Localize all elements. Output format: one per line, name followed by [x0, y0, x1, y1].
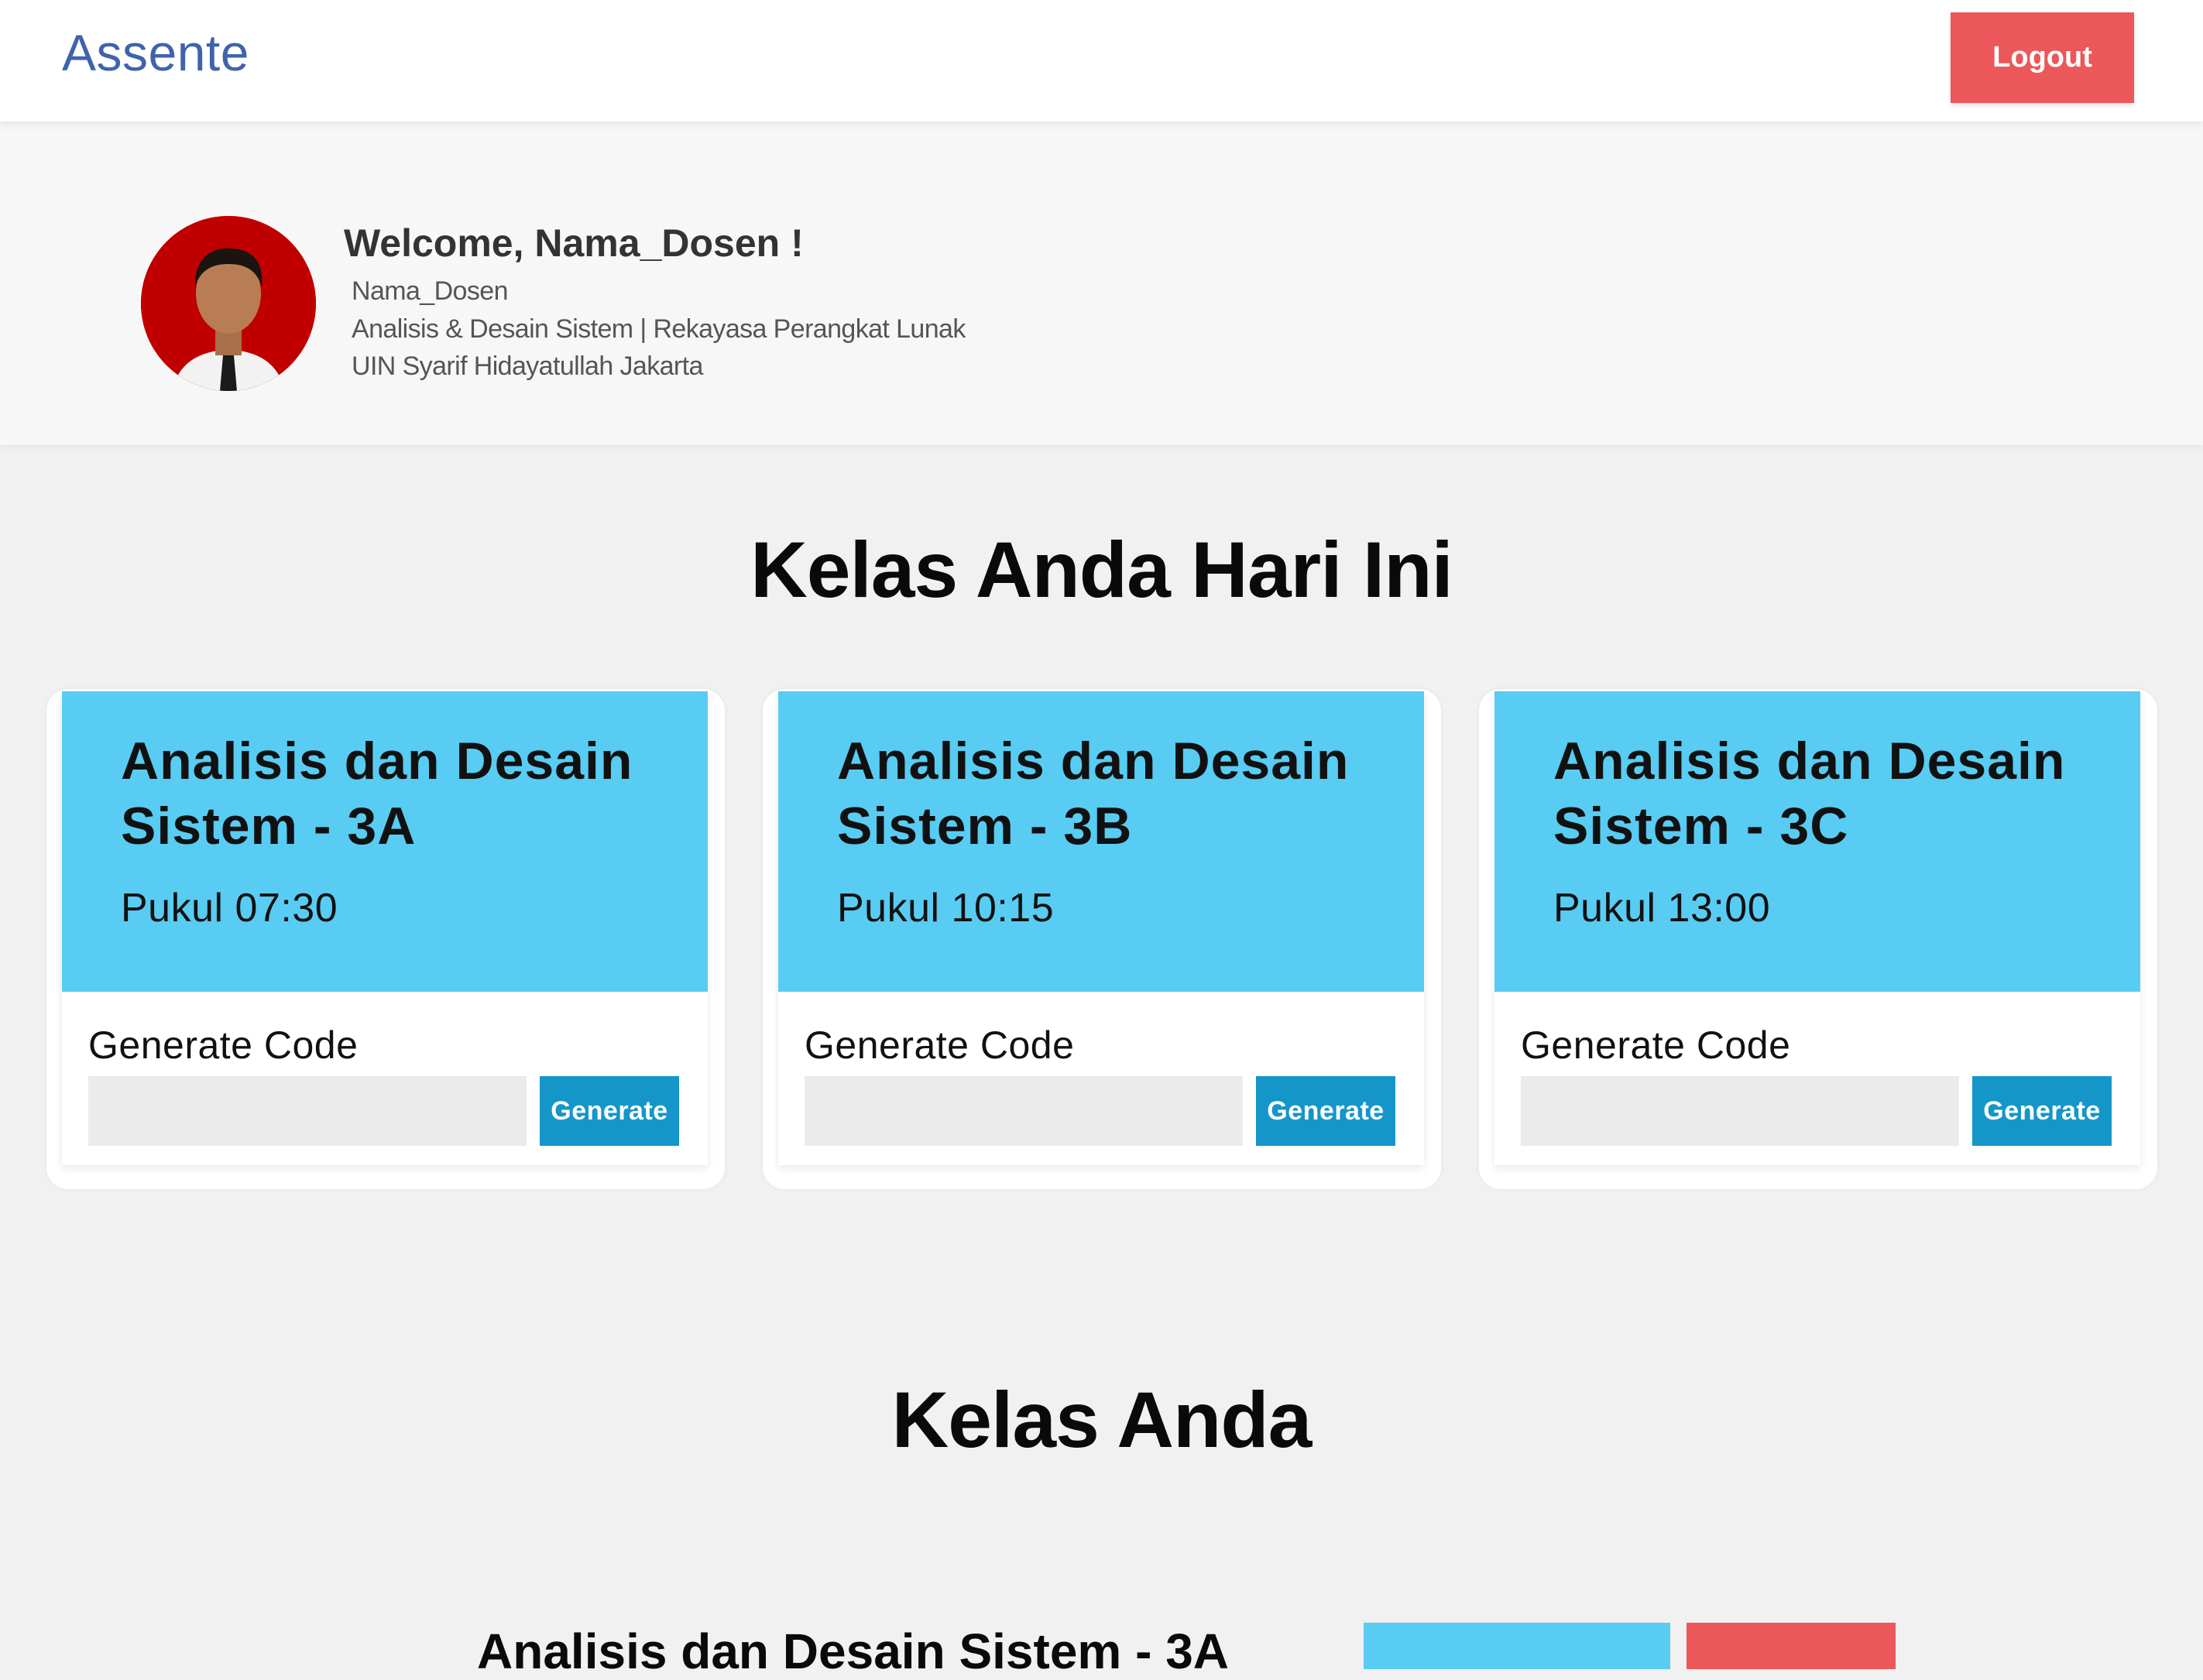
avatar [141, 216, 316, 391]
class-card-time: Pukul 07:30 [121, 886, 338, 931]
generate-code-input[interactable] [88, 1076, 527, 1146]
class-card-time: Pukul 13:00 [1553, 886, 1771, 931]
today-classes-title: Kelas Anda Hari Ini [750, 526, 1453, 614]
class-card-header: Analisis dan Desain Sistem - 3A Pukul 07… [62, 691, 708, 992]
lecturer-name: Nama_Dosen [352, 276, 508, 306]
navbar: Assente Logout [0, 0, 2203, 122]
welcome-heading: Welcome, Nama_Dosen ! [344, 221, 804, 265]
class-list-delete-button[interactable] [1687, 1623, 1896, 1669]
class-card-title: Analisis dan Desain Sistem - 3A [121, 732, 633, 855]
class-card: Analisis dan Desain Sistem - 3C Pukul 13… [1479, 689, 2157, 1189]
avatar-photo [141, 216, 316, 391]
class-list-item-title: Analisis dan Desain Sistem - 3A [477, 1623, 1229, 1679]
class-list-action-button[interactable] [1364, 1623, 1670, 1669]
generate-code-label: Generate Code [1521, 1023, 1791, 1067]
profile-section: Welcome, Nama_Dosen ! Nama_Dosen Analisi… [0, 122, 2203, 445]
all-classes-title: Kelas Anda [891, 1376, 1313, 1464]
lecturer-courses: Analisis & Desain Sistem | Rekayasa Pera… [352, 314, 966, 344]
class-card-title: Analisis dan Desain Sistem - 3C [1553, 732, 2066, 855]
brand-logo[interactable]: Assente [62, 23, 249, 82]
generate-code-input[interactable] [805, 1076, 1243, 1146]
class-card: Analisis dan Desain Sistem - 3A Pukul 07… [46, 689, 725, 1189]
class-card-time: Pukul 10:15 [837, 886, 1055, 931]
class-card: Analisis dan Desain Sistem - 3B Pukul 10… [763, 689, 1441, 1189]
class-card-header: Analisis dan Desain Sistem - 3C Pukul 13… [1494, 691, 2140, 992]
class-card-header: Analisis dan Desain Sistem - 3B Pukul 10… [778, 691, 1424, 992]
generate-code-label: Generate Code [805, 1023, 1075, 1067]
logout-button[interactable]: Logout [1951, 12, 2134, 103]
generate-button[interactable]: Generate [540, 1076, 679, 1146]
generate-button[interactable]: Generate [1972, 1076, 2112, 1146]
class-card-body: Analisis dan Desain Sistem - 3B Pukul 10… [778, 691, 1424, 1165]
lecturer-university: UIN Syarif Hidayatullah Jakarta [352, 351, 703, 381]
class-card-body: Analisis dan Desain Sistem - 3C Pukul 13… [1494, 691, 2140, 1165]
generate-button[interactable]: Generate [1256, 1076, 1395, 1146]
generate-code-input[interactable] [1521, 1076, 1959, 1146]
class-card-body: Analisis dan Desain Sistem - 3A Pukul 07… [62, 691, 708, 1165]
class-card-title: Analisis dan Desain Sistem - 3B [837, 732, 1350, 855]
generate-code-label: Generate Code [88, 1023, 359, 1067]
